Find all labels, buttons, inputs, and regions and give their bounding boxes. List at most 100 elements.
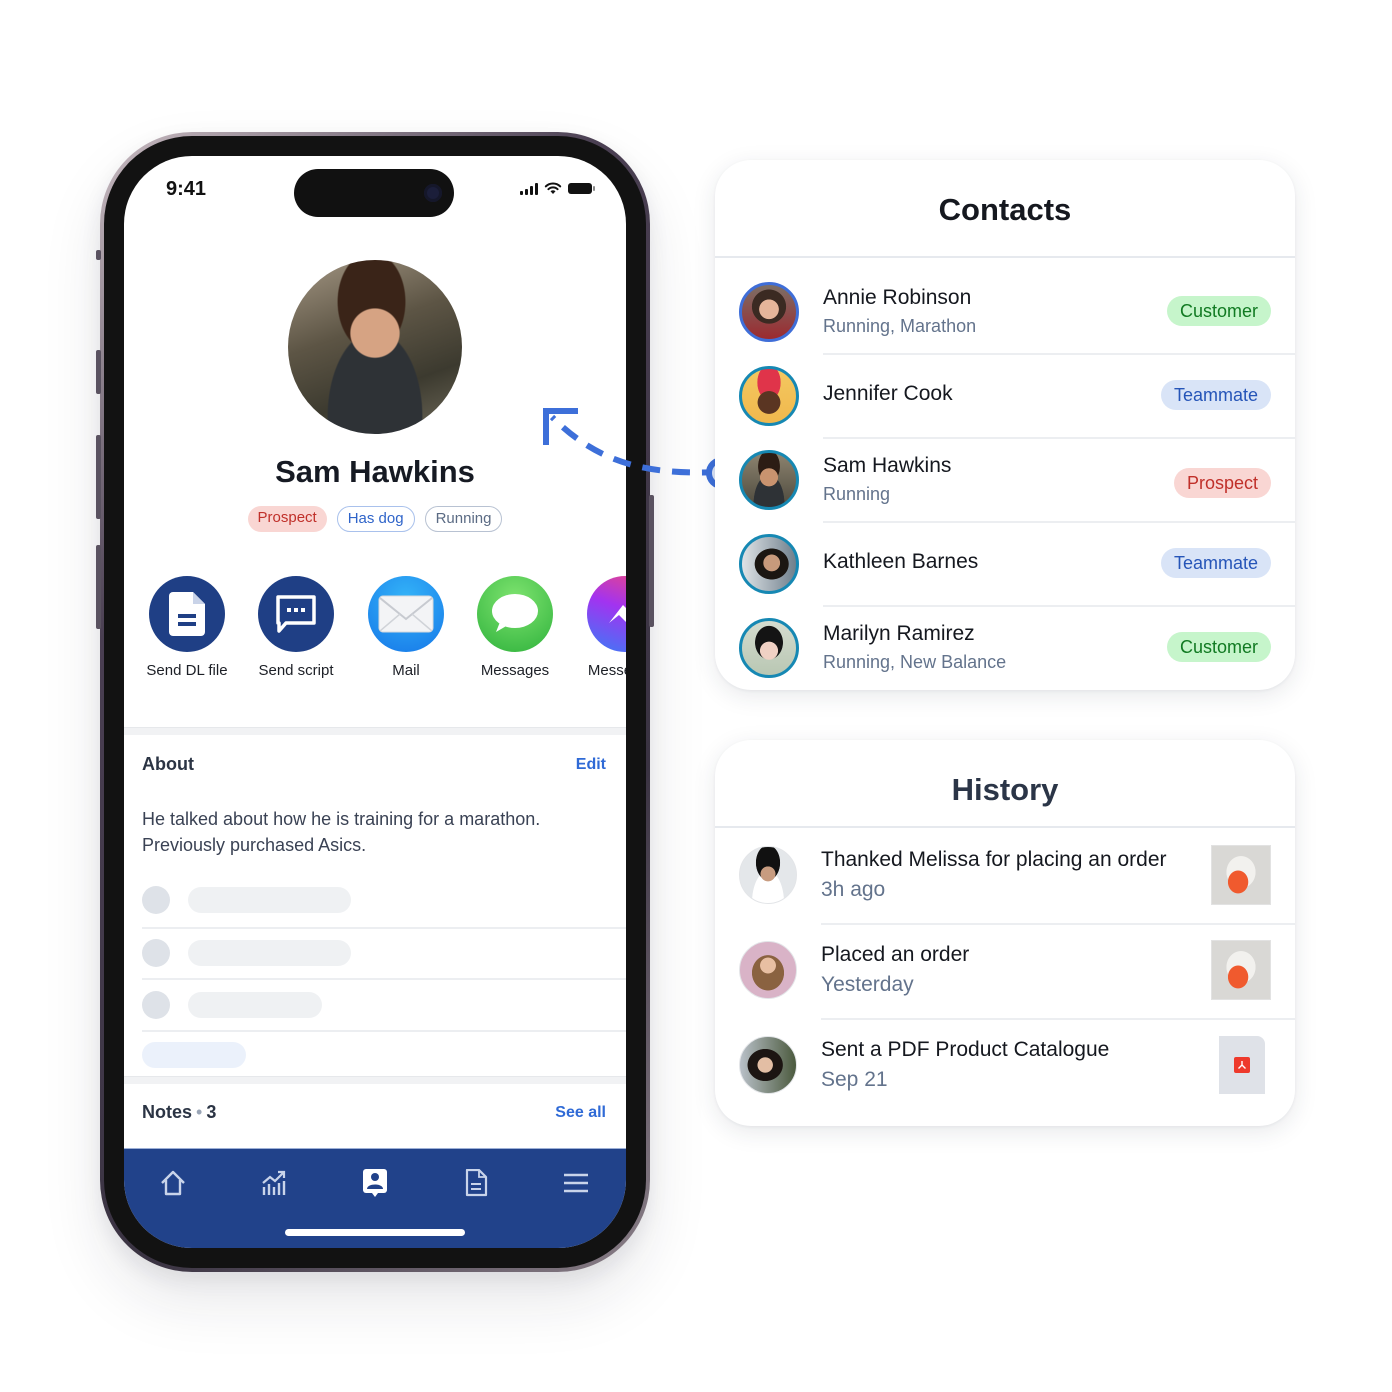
contact-avatar [739,618,799,678]
section-divider [124,1076,626,1084]
power-button [649,495,654,627]
skeleton-divider [142,1030,626,1032]
contact-row-jennifer-cook[interactable]: Jennifer Cook Teammate [715,354,1295,438]
about-edit-link[interactable]: Edit [576,756,606,774]
hamburger-menu-icon [564,1173,588,1193]
send-dl-file-button[interactable]: Send DL file [132,576,242,679]
phone-screen: 9:41 Sam Hawkins Prospect Has dog Runnin… [124,156,626,1248]
contact-name: Annie Robinson [823,286,972,309]
tag-has-dog[interactable]: Has dog [336,506,415,532]
about-text: He talked about how he is training for a… [142,809,541,855]
document-icon [149,576,225,652]
card-divider [715,256,1295,258]
contact-card-icon [363,1169,387,1197]
notes-label: Notes [142,1102,193,1122]
history-row[interactable]: Placed an order Yesterday [715,925,1295,1020]
document-icon [465,1169,488,1197]
skeleton-bar [188,940,351,966]
action-label: Send script [258,662,334,679]
history-avatar [739,1036,797,1094]
history-time: Yesterday [821,973,914,996]
status-icons [520,182,595,195]
sneaker-thumbnail[interactable] [1211,845,1271,905]
action-label: Send DL file [146,662,228,679]
skeleton-bar [188,992,322,1018]
contact-avatar [739,282,799,342]
tab-analytics[interactable] [254,1165,294,1201]
contacts-title: Contacts [938,192,1072,227]
contact-avatar [739,450,799,510]
tag-running[interactable]: Running [424,506,503,532]
skeleton-avatar [142,886,170,914]
section-divider [124,727,626,735]
contact-name: Marilyn Ramirez [823,622,975,645]
dynamic-island [294,169,454,217]
action-button [96,250,101,260]
card-divider [715,826,1295,828]
cellular-signal-icon [520,182,538,195]
messages-button[interactable]: Messages [460,576,570,679]
chart-growth-icon [262,1170,286,1195]
notes-see-all-link[interactable]: See all [555,1104,606,1122]
front-camera [424,184,442,202]
skeleton-row [142,923,626,975]
status-bar: 9:41 [124,156,626,226]
wifi-icon [544,182,562,194]
skeleton-row [142,870,626,922]
history-card: History Thanked Melissa for placing an o… [715,740,1295,1126]
contact-badge-prospect: Prospect [1173,468,1271,498]
history-title-text: Sent a PDF Product Catalogue [821,1038,1110,1061]
send-script-button[interactable]: Send script [241,576,351,679]
notes-heading: Notes • 3 [142,1102,216,1123]
tab-home[interactable] [153,1165,193,1201]
volume-down-button [96,545,101,629]
notes-separator: • [196,1102,203,1122]
tab-documents[interactable] [456,1165,496,1201]
tab-contacts[interactable] [355,1165,395,1201]
contact-name: Jennifer Cook [823,382,953,405]
contact-subtitle: Running, New Balance [823,652,1007,672]
mail-icon [368,576,444,652]
history-time: 3h ago [821,878,886,901]
contact-badge-customer: Customer [1166,632,1271,662]
pdf-icon [1234,1057,1250,1073]
silent-switch [96,350,101,394]
messenger-icon [587,576,626,652]
contact-avatar [739,534,799,594]
mail-button[interactable]: Mail [351,576,461,679]
contact-subtitle: Running [823,484,891,504]
notes-count: 3 [206,1102,217,1122]
contact-avatar [739,366,799,426]
quick-actions: Send DL file Send script Mail Messages M… [124,576,626,686]
messenger-button[interactable]: Messenger [570,576,626,679]
sneaker-thumbnail[interactable] [1211,940,1271,1000]
action-label: Mail [392,662,420,679]
history-title-text: Thanked Melissa for placing an order [821,848,1167,871]
pdf-thumbnail[interactable] [1219,1036,1265,1094]
home-indicator[interactable] [285,1229,465,1236]
chat-script-icon [258,576,334,652]
contact-badge-customer: Customer [1166,296,1271,326]
tab-menu[interactable] [556,1165,596,1201]
contact-name: Sam Hawkins [823,454,952,477]
skeleton-pill [142,1042,246,1068]
profile-photo [288,260,462,434]
contact-row-sam-hawkins[interactable]: Sam Hawkins Running Prospect [715,438,1295,522]
contact-row-annie-robinson[interactable]: Annie Robinson Running, Marathon Custome… [715,270,1295,354]
home-icon [161,1170,185,1196]
status-time: 9:41 [166,178,207,200]
tag-prospect[interactable]: Prospect [247,506,327,532]
history-row[interactable]: Thanked Melissa for placing an order 3h … [715,830,1295,925]
skeleton-row [142,975,626,1027]
history-row[interactable]: Sent a PDF Product Catalogue Sep 21 [715,1020,1295,1115]
contact-badge-teammate: Teammate [1160,380,1271,410]
history-time: Sep 21 [821,1068,888,1091]
contact-badge-teammate: Teammate [1160,548,1271,578]
about-heading: About [142,754,194,774]
contact-row-kathleen-barnes[interactable]: Kathleen Barnes Teammate [715,522,1295,606]
contact-row-marilyn-ramirez[interactable]: Marilyn Ramirez Running, New Balance Cus… [715,606,1295,690]
messages-icon [477,576,553,652]
profile-tags: Prospect Has dog Running [124,506,626,532]
contacts-card: Contacts Annie Robinson Running, Maratho… [715,160,1295,690]
history-avatar [739,846,797,904]
